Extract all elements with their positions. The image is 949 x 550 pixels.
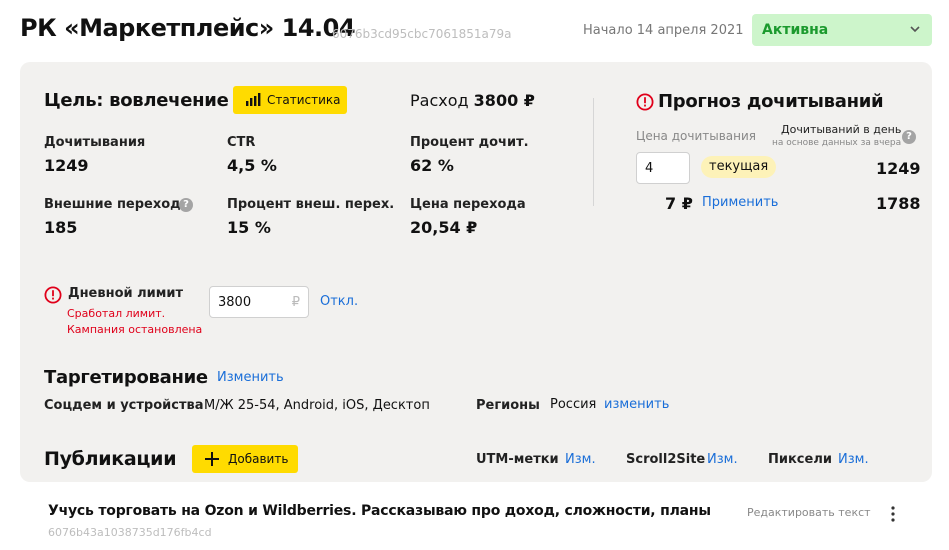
current-badge: текущая (701, 156, 777, 178)
ctr-value: 4,5 % (227, 156, 277, 175)
bar-chart-icon (246, 93, 261, 106)
targeting-edit-link[interactable]: Изменить (217, 370, 284, 385)
scroll2site-label: Scroll2Site (626, 452, 706, 467)
ctr-label: CTR (227, 135, 256, 150)
scroll2site-edit-link[interactable]: Изм. (707, 452, 738, 467)
edit-text-link[interactable]: Редактировать текст (747, 506, 871, 519)
forecast-current-value: 1249 (876, 159, 921, 178)
regions-label: Регионы (476, 398, 540, 413)
reads-label: Дочитывания (44, 135, 146, 150)
publications-title: Публикации (44, 448, 177, 470)
campaign-id: 6076b3cd95cbc7061851a79a (332, 27, 512, 41)
pixels-label: Пиксели (768, 452, 832, 467)
forecast-per-day-sub: на основе данных за вчера (772, 138, 902, 148)
reads-value: 1249 (44, 156, 89, 175)
status-value: Активна (762, 22, 829, 38)
daily-limit-input[interactable]: 3800 ₽ (209, 286, 309, 318)
forecast-price-input-value: 4 (645, 160, 654, 176)
forecast-per-day-label: Дочитываний в день (781, 123, 902, 136)
stats-button[interactable]: Статистика (233, 86, 347, 114)
limit-warning-line2: Кампания остановлена (67, 323, 203, 336)
forecast-alt-price: 7 ₽ (665, 194, 693, 213)
ext-pct-value: 15 % (227, 218, 271, 237)
publication-card[interactable] (32, 490, 920, 550)
plus-icon (205, 452, 219, 466)
chevron-down-icon (910, 26, 920, 33)
page-title: РК «Маркетплейс» 14.04 (20, 14, 356, 42)
click-price-value: 20,54 ₽ (410, 218, 478, 237)
limit-off-link[interactable]: Откл. (320, 294, 358, 309)
spend-value: 3800 ₽ (473, 91, 535, 110)
warning-icon (44, 286, 62, 304)
daily-limit-input-value: 3800 (218, 294, 252, 310)
apply-link[interactable]: Применить (702, 195, 778, 210)
socdem-value: М/Ж 25-54, Android, iOS, Десктоп (204, 398, 430, 413)
more-menu-icon[interactable] (886, 505, 900, 523)
click-price-label: Цена перехода (410, 197, 526, 212)
forecast-price-label: Цена дочитывания (636, 129, 756, 143)
add-publication-button[interactable]: Добавить (192, 445, 298, 473)
currency-sign: ₽ (291, 294, 300, 310)
divider (593, 98, 594, 206)
pixels-edit-link[interactable]: Изм. (838, 452, 869, 467)
status-dropdown[interactable]: Активна (752, 14, 932, 46)
publication-title[interactable]: Учусь торговать на Ozon и Wildberries. Р… (48, 503, 711, 519)
stats-button-label: Статистика (267, 93, 341, 107)
regions-value: Россия (550, 397, 597, 412)
add-button-label: Добавить (228, 452, 289, 466)
start-date: Начало 14 апреля 2021 (583, 23, 744, 38)
spend: Расход 3800 ₽ (410, 91, 535, 110)
forecast-alt-value: 1788 (876, 194, 921, 213)
ext-pct-label: Процент внеш. перех. (227, 197, 395, 212)
socdem-label: Соцдем и устройства (44, 398, 204, 413)
daily-limit-label: Дневной лимит (68, 286, 184, 301)
forecast-title: Прогноз дочитываний (658, 91, 884, 112)
publication-id: 6076b43a1038735d176fb4cd (48, 526, 212, 539)
read-pct-label: Процент дочит. (410, 135, 529, 150)
help-icon[interactable]: ? (902, 130, 916, 144)
utm-label: UTM-метки (476, 452, 559, 467)
utm-edit-link[interactable]: Изм. (565, 452, 596, 467)
ext-clicks-label: Внешние переходы (44, 197, 193, 212)
goal-title: Цель: вовлечение (44, 90, 229, 111)
forecast-price-input[interactable]: 4 (636, 152, 690, 184)
read-pct-value: 62 % (410, 156, 454, 175)
targeting-title: Таргетирование (44, 367, 208, 388)
spend-label: Расход (410, 91, 469, 110)
limit-warning-line1: Сработал лимит. (67, 307, 166, 320)
help-icon[interactable]: ? (179, 198, 193, 212)
warning-icon (636, 93, 654, 111)
regions-edit-link[interactable]: изменить (604, 397, 669, 412)
ext-clicks-value: 185 (44, 218, 78, 237)
